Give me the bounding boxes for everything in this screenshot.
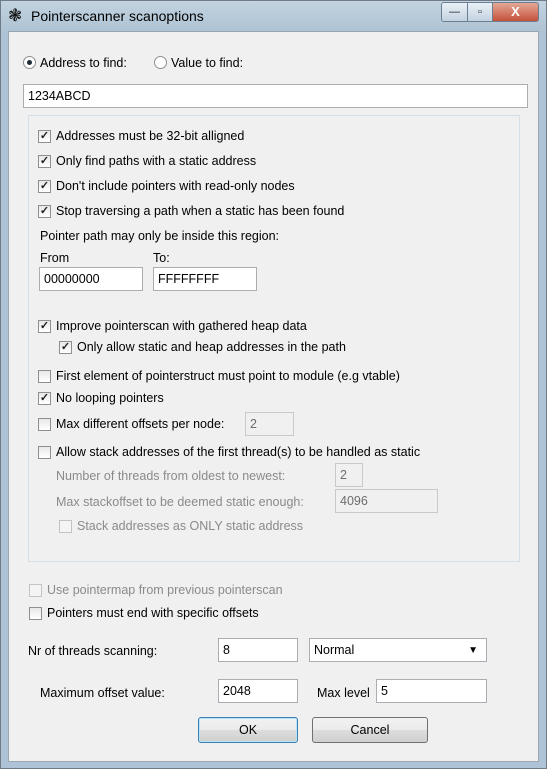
no-readonly-checkbox[interactable]: ✓ [38,180,51,193]
use-pointermap-label: Use pointermap from previous pointerscan [47,583,283,597]
minimize-button[interactable]: — [441,2,468,22]
max-offsets-input[interactable]: 2 [245,412,294,436]
value-to-find-radio[interactable] [154,56,167,69]
stop-traversing-checkbox[interactable]: ✓ [38,205,51,218]
static-only-checkbox[interactable]: ✓ [38,155,51,168]
no-looping-checkbox[interactable]: ✓ [38,392,51,405]
from-label: From [40,251,70,265]
max-stackoffset-input[interactable]: 4096 [335,489,438,513]
window-title: Pointerscanner scanoptions [31,8,204,24]
options-panel: ✓ Addresses must be 32-bit alligned ✓ On… [28,115,520,562]
max-stackoffset-label: Max stackoffset to be deemed static enou… [56,495,304,509]
priority-dropdown[interactable]: Normal ▼ [309,638,487,662]
cancel-button[interactable]: Cancel [312,717,428,743]
threads-oldest-input[interactable]: 2 [335,463,363,487]
address-to-find-radio[interactable] [23,56,36,69]
end-offsets-label: Pointers must end with specific offsets [47,606,259,620]
dialog-client-area: Address to find: Value to find: 1234ABCD… [8,31,539,762]
ok-button[interactable]: OK [198,717,298,743]
static-heap-only-label: Only allow static and heap addresses in … [77,340,346,354]
cheat-engine-icon: ❃ [8,6,23,25]
dropdown-arrow-icon: ▼ [468,645,478,656]
no-looping-label: No looping pointers [56,391,164,405]
stack-static-checkbox[interactable] [38,446,51,459]
title-bar[interactable]: ❃ Pointerscanner scanoptions — ▫ X [1,1,546,31]
from-input[interactable]: 00000000 [39,267,143,291]
stack-only-static-label: Stack addresses as ONLY static address [77,519,304,533]
max-offset-label: Maximum offset value: [40,686,165,700]
threads-oldest-label: Number of threads from oldest to newest: [56,469,286,483]
max-level-label: Max level [317,686,370,700]
stop-traversing-label: Stop traversing a path when a static has… [56,204,345,218]
first-element-label: First element of pointerstruct must poin… [56,369,400,383]
to-label: To: [153,251,170,265]
max-offsets-checkbox[interactable] [38,418,51,431]
value-to-find-label: Value to find: [171,56,244,70]
first-element-checkbox[interactable] [38,370,51,383]
heap-data-checkbox[interactable]: ✓ [38,320,51,333]
static-heap-only-checkbox[interactable]: ✓ [59,341,72,354]
region-label: Pointer path may only be inside this reg… [40,229,280,243]
stack-only-static-checkbox[interactable] [59,520,72,533]
close-button[interactable]: X [492,2,539,22]
aligned-label: Addresses must be 32-bit alligned [56,129,245,143]
static-only-label: Only find paths with a static address [56,154,257,168]
priority-value: Normal [314,643,355,657]
use-pointermap-checkbox[interactable] [29,584,42,597]
dialog-window: ❃ Pointerscanner scanoptions — ▫ X Addre… [0,0,547,769]
stack-static-label: Allow stack addresses of the first threa… [56,445,421,459]
max-level-input[interactable]: 5 [376,679,487,703]
maximize-button[interactable]: ▫ [467,2,493,22]
max-offset-input[interactable]: 2048 [218,679,298,703]
to-input[interactable]: FFFFFFFF [153,267,257,291]
radio-selected-dot [27,60,32,65]
aligned-checkbox[interactable]: ✓ [38,130,51,143]
max-offsets-label: Max different offsets per node: [56,417,225,431]
threads-scanning-label: Nr of threads scanning: [28,644,158,658]
heap-data-label: Improve pointerscan with gathered heap d… [56,319,307,333]
end-offsets-checkbox[interactable] [29,607,42,620]
address-to-find-label: Address to find: [40,56,127,70]
threads-scanning-input[interactable]: 8 [218,638,298,662]
no-readonly-label: Don't include pointers with read-only no… [56,179,295,193]
address-input[interactable]: 1234ABCD [23,84,528,108]
